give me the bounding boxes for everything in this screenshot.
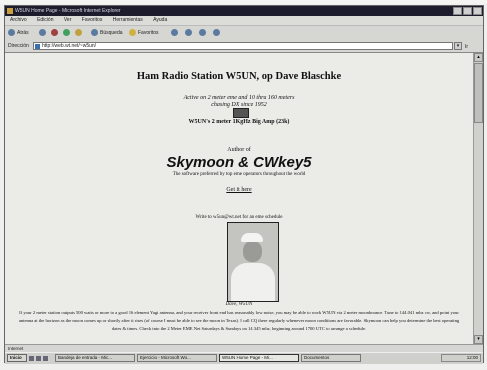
ie-icon xyxy=(7,8,13,14)
window-title: W5UN Home Page - Microsoft Internet Expl… xyxy=(15,8,121,14)
skymoon-heading: Skymoon & CWkey5 xyxy=(166,154,312,171)
search-icon xyxy=(91,29,98,37)
go-button[interactable]: Ir xyxy=(465,42,468,53)
back-button[interactable]: Atrás xyxy=(8,29,29,38)
ie-launch-icon[interactable] xyxy=(36,356,41,361)
task-word[interactable]: Ejercicio - Microsoft Wo... xyxy=(137,354,217,362)
menu-ver[interactable]: Ver xyxy=(64,17,72,23)
print-button[interactable] xyxy=(199,29,208,38)
refresh-icon xyxy=(63,29,70,37)
mail-launch-icon[interactable] xyxy=(43,356,48,361)
forward-button[interactable] xyxy=(39,29,48,38)
task-inbox[interactable]: Bandeja de entrada - Mic... xyxy=(55,354,135,362)
status-text: Internet xyxy=(8,346,24,351)
edit-icon xyxy=(213,29,220,37)
mail-icon xyxy=(185,29,192,37)
title-bar: W5UN Home Page - Microsoft Internet Expl… xyxy=(5,6,483,16)
body-paragraph: If your 2 meter station outputs 500 watt… xyxy=(18,310,460,331)
scroll-thumb[interactable] xyxy=(474,63,483,123)
address-bar: Dirección http://web.wt.net/~w5un/ ▾ Ir xyxy=(5,41,483,53)
quick-launch xyxy=(29,355,50,364)
refresh-button[interactable] xyxy=(63,29,72,38)
start-button[interactable]: Inicio xyxy=(7,354,27,362)
back-icon xyxy=(8,29,15,37)
address-label: Dirección xyxy=(8,43,29,49)
photo-caption: Dave, W5UN xyxy=(225,302,253,307)
author-line: Author of xyxy=(227,147,251,153)
photo-cap xyxy=(241,233,263,242)
get-it-link[interactable]: Get it here xyxy=(5,187,473,193)
history-button[interactable] xyxy=(171,29,180,38)
task-w5un[interactable]: W5UN Home Page - Mi... xyxy=(219,354,299,362)
menu-herramientas[interactable]: Herramientas xyxy=(113,17,143,23)
vertical-scrollbar[interactable]: ▴ ▾ xyxy=(473,53,483,344)
forward-icon xyxy=(39,29,46,37)
home-button[interactable] xyxy=(75,29,84,38)
edit-button[interactable] xyxy=(213,29,222,38)
menu-ayuda[interactable]: Ayuda xyxy=(153,17,167,23)
maximize-button[interactable] xyxy=(463,7,472,15)
scroll-down-icon[interactable]: ▾ xyxy=(474,335,483,344)
address-input[interactable]: http://web.wt.net/~w5un/ xyxy=(33,42,453,50)
menu-bar: Archivo Edición Ver Favoritos Herramient… xyxy=(5,16,483,25)
top-band xyxy=(0,0,487,4)
browser-window: W5UN Home Page - Microsoft Internet Expl… xyxy=(4,5,484,364)
menu-edicion[interactable]: Edición xyxy=(37,17,53,23)
desktop-icon[interactable] xyxy=(29,356,34,361)
favorites-button[interactable]: Favoritos xyxy=(129,29,159,38)
close-button[interactable] xyxy=(473,7,482,15)
photo-face xyxy=(243,241,262,262)
stop-button[interactable] xyxy=(51,29,60,38)
menu-favoritos[interactable]: Favoritos xyxy=(82,17,103,23)
page-content: Ham Radio Station W5UN, op Dave Blaschke… xyxy=(5,53,473,344)
mail-button[interactable] xyxy=(185,29,194,38)
task-documents[interactable]: Documentos xyxy=(301,354,361,362)
search-button[interactable]: Búsqueda xyxy=(91,29,123,38)
dave-photo xyxy=(227,222,279,302)
taskbar: Inicio Bandeja de entrada - Mic... Ejerc… xyxy=(5,352,483,364)
clock: 12:00 xyxy=(441,354,481,362)
email-line[interactable]: Write to w5un@wt.net for an eme schedule xyxy=(5,215,473,220)
page-icon xyxy=(35,44,40,49)
menu-archivo[interactable]: Archivo xyxy=(10,17,27,23)
address-url: http://web.wt.net/~w5un/ xyxy=(42,43,97,49)
history-icon xyxy=(171,29,178,37)
print-icon xyxy=(199,29,206,37)
screen: W5UN Home Page - Microsoft Internet Expl… xyxy=(0,0,487,370)
toolbar: Atrás Búsqueda Favoritos xyxy=(5,25,483,42)
stop-icon xyxy=(51,29,58,37)
chevron-down-icon[interactable]: ▾ xyxy=(454,42,462,50)
page-title: Ham Radio Station W5UN, op Dave Blaschke xyxy=(136,71,342,82)
active-line: Active on 2 meter eme and 10 thru 160 me… xyxy=(183,95,295,101)
minimize-button[interactable] xyxy=(453,7,462,15)
scroll-up-icon[interactable]: ▴ xyxy=(474,53,483,62)
amplifier-thumbnail[interactable] xyxy=(233,108,249,118)
photo-shirt xyxy=(231,263,275,301)
amp-line[interactable]: W5UN's 2 meter 1KgHz Big Amp (23k) xyxy=(5,119,473,125)
star-icon xyxy=(129,29,136,37)
home-icon xyxy=(75,29,82,37)
software-line: The software preferred by top eme operat… xyxy=(172,172,306,177)
